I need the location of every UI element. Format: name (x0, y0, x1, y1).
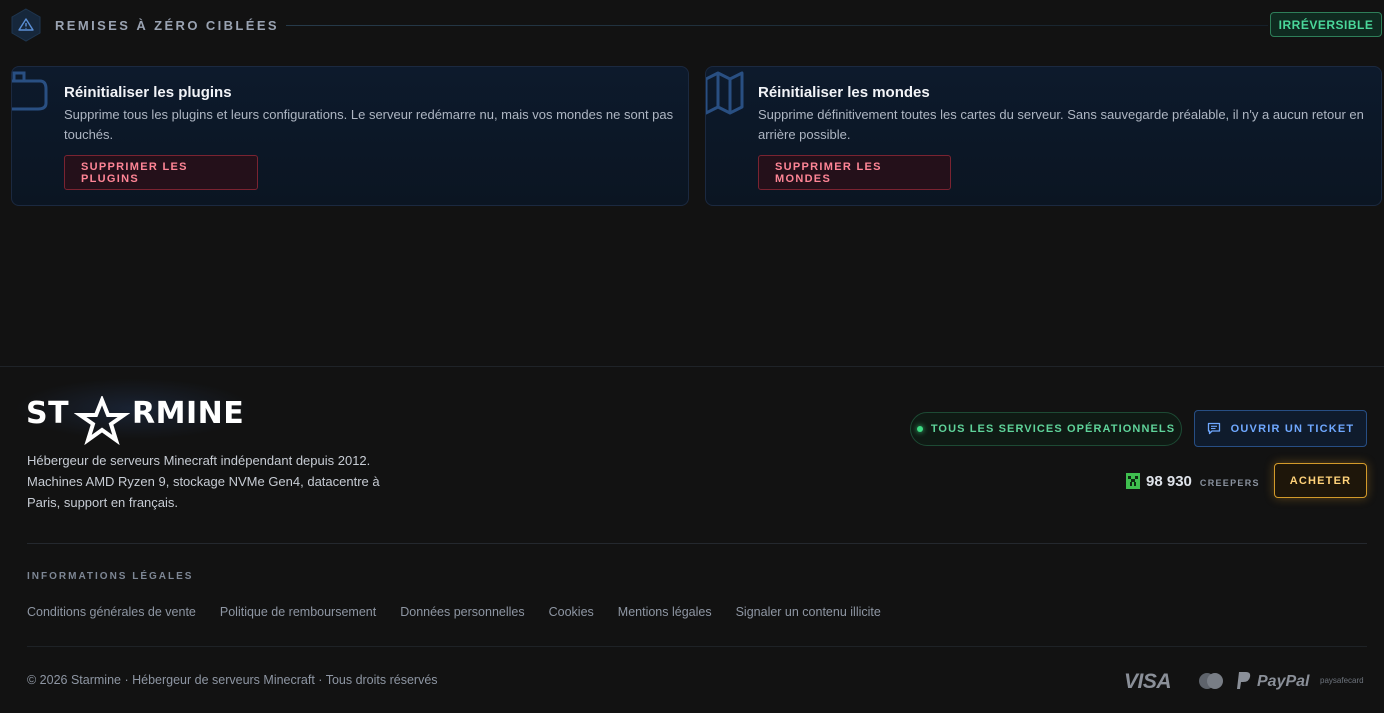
plugin-icon (12, 67, 54, 119)
footer-divider (27, 543, 1367, 544)
open-ticket-button[interactable]: OUVRIR UN TICKET (1194, 410, 1367, 447)
legal-link-cgv[interactable]: Conditions générales de vente (27, 605, 196, 619)
card-description: Supprime définitivement toutes les carte… (758, 107, 1364, 142)
status-dot-icon (916, 426, 923, 432)
legal-link-report[interactable]: Signaler un contenu illicite (736, 605, 881, 619)
footer-divider (27, 646, 1367, 647)
creepers-balance: 98 930 CREEPERS (1126, 470, 1260, 492)
legal-link-mentions[interactable]: Mentions légales (618, 605, 712, 619)
card-description: Supprime tous les plugins et leurs confi… (64, 107, 674, 142)
footer-divider (0, 366, 1384, 367)
mastercard-logo (1199, 673, 1223, 689)
legal-link-cookies[interactable]: Cookies (549, 605, 594, 619)
logo-text-end: RMINE (132, 396, 245, 431)
reset-worlds-card: Réinitialiser les mondes Supprime défini… (705, 66, 1382, 206)
section-divider (286, 25, 1268, 26)
map-icon (706, 67, 748, 119)
legal-links: Conditions générales de vente Politique … (27, 605, 881, 619)
legal-link-privacy[interactable]: Données personnelles (400, 605, 524, 619)
service-status-pill[interactable]: TOUS LES SERVICES OPÉRATIONNELS (910, 412, 1182, 446)
legal-link-refund[interactable]: Politique de remboursement (220, 605, 376, 619)
delete-plugins-button[interactable]: SUPPRIMER LES PLUGINS (64, 155, 258, 190)
visa-logo: VISA (1124, 670, 1172, 693)
creeper-icon (1126, 473, 1140, 489)
section-header: REMISES À ZÉRO CIBLÉES IRRÉVERSIBLE (10, 8, 1384, 42)
logo-text-start: ST (26, 396, 70, 431)
chat-icon (1207, 422, 1220, 435)
paypal-logo: PayPal (1236, 670, 1316, 694)
card-title: Réinitialiser les plugins (64, 84, 232, 101)
legal-section-title: INFORMATIONS LÉGALES (27, 571, 194, 582)
footer-description: Hébergeur de serveurs Minecraft indépend… (27, 453, 380, 510)
warning-icon (10, 8, 42, 42)
copyright-text: © 2026 Starmine · Hébergeur de serveurs … (27, 673, 438, 687)
ticket-label: OUVRIR UN TICKET (1230, 422, 1355, 435)
creepers-count: 98 930 (1146, 472, 1192, 490)
creepers-unit: CREEPERS (1199, 478, 1260, 488)
buy-button[interactable]: ACHETER (1274, 463, 1367, 498)
delete-worlds-button[interactable]: SUPPRIMER LES MONDES (758, 155, 951, 190)
section-title: REMISES À ZÉRO CIBLÉES (55, 18, 279, 33)
reset-plugins-card: Réinitialiser les plugins Supprime tous … (11, 66, 689, 206)
card-title: Réinitialiser les mondes (758, 84, 930, 101)
paypal-label: PayPal (1257, 673, 1310, 690)
star-icon (74, 396, 130, 446)
paysafecard-logo: paysafecard (1320, 676, 1364, 685)
status-label: TOUS LES SERVICES OPÉRATIONNELS (930, 423, 1176, 435)
starmine-logo[interactable]: ST RMINE (14, 378, 254, 446)
irreversible-badge: IRRÉVERSIBLE (1270, 12, 1382, 37)
